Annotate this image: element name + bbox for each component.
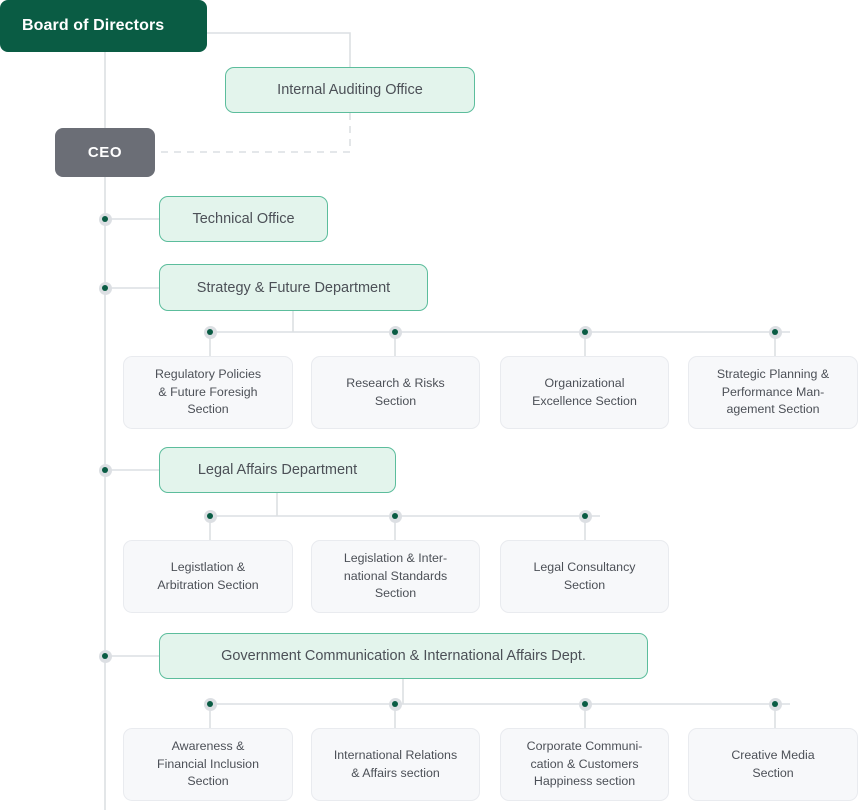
node-technical-office[interactable]: Technical Office [159, 196, 328, 242]
connector-dot-technical-office [98, 212, 112, 226]
node-section-legislation-international-standards-label: Legislation & Inter- national Standards … [343, 551, 448, 601]
connector-dot-strategy-section-2 [388, 325, 402, 339]
node-section-regulatory-policies[interactable]: Regulatory Policies & Future Foresigh Se… [123, 356, 293, 429]
node-section-international-relations-affairs-label: International Relations & Affairs sectio… [333, 748, 458, 780]
connector-dot-strategy-section-4 [768, 325, 782, 339]
node-section-research-risks[interactable]: Research & Risks Section [311, 356, 480, 429]
connector-dot-strategy-department [98, 281, 112, 295]
node-ceo-label: CEO [87, 144, 123, 161]
connector-dot-legal-section-3 [578, 509, 592, 523]
node-legal-affairs-department[interactable]: Legal Affairs Department [159, 447, 396, 493]
connector-dot-govcomm-section-3 [578, 697, 592, 711]
node-section-legistlation-arbitration[interactable]: Legistlation & Arbitration Section [123, 540, 293, 613]
node-ceo[interactable]: CEO [55, 128, 155, 177]
node-government-communication-department[interactable]: Government Communication & International… [159, 633, 648, 679]
node-section-strategic-planning-performance[interactable]: Strategic Planning & Performance Man- ag… [688, 356, 858, 429]
node-section-awareness-financial-inclusion[interactable]: Awareness & Financial Inclusion Section [123, 728, 293, 801]
node-section-awareness-financial-inclusion-label: Awareness & Financial Inclusion Section [157, 739, 259, 789]
node-board-of-directors[interactable]: Board of Directors [0, 0, 207, 52]
node-section-legal-consultancy-label: Legal Consultancy Section [533, 560, 636, 592]
connector-dot-govcomm-section-4 [768, 697, 782, 711]
node-section-legistlation-arbitration-label: Legistlation & Arbitration Section [157, 560, 259, 592]
node-section-corporate-communication-customers-happiness[interactable]: Corporate Communi- cation & Customers Ha… [500, 728, 669, 801]
node-internal-auditing-office-label: Internal Auditing Office [277, 82, 423, 98]
node-section-organizational-excellence-label: Organizational Excellence Section [532, 376, 637, 408]
connector-dot-legal-department [98, 463, 112, 477]
node-section-creative-media[interactable]: Creative Media Section [688, 728, 858, 801]
node-section-legislation-international-standards[interactable]: Legislation & Inter- national Standards … [311, 540, 480, 613]
node-section-organizational-excellence[interactable]: Organizational Excellence Section [500, 356, 669, 429]
node-section-regulatory-policies-label: Regulatory Policies & Future Foresigh Se… [154, 367, 262, 417]
node-section-legal-consultancy[interactable]: Legal Consultancy Section [500, 540, 669, 613]
connector-dot-govcomm-department [98, 649, 112, 663]
node-section-strategic-planning-performance-label: Strategic Planning & Performance Man- ag… [716, 367, 830, 417]
node-government-communication-department-label: Government Communication & International… [221, 648, 586, 664]
connector-dot-govcomm-section-1 [203, 697, 217, 711]
connector-dot-legal-section-1 [203, 509, 217, 523]
node-section-corporate-communication-customers-happiness-label: Corporate Communi- cation & Customers Ha… [526, 739, 643, 789]
node-strategy-future-department[interactable]: Strategy & Future Department [159, 264, 428, 311]
connector-dot-strategy-section-3 [578, 325, 592, 339]
node-technical-office-label: Technical Office [192, 211, 295, 227]
connector-dot-strategy-section-1 [203, 325, 217, 339]
node-strategy-future-department-label: Strategy & Future Department [196, 279, 391, 296]
connector-dot-legal-section-2 [388, 509, 402, 523]
node-internal-auditing-office[interactable]: Internal Auditing Office [225, 67, 475, 113]
node-section-research-risks-label: Research & Risks Section [346, 376, 445, 408]
org-chart: Board of Directors Internal Auditing Off… [0, 0, 860, 810]
node-section-international-relations-affairs[interactable]: International Relations & Affairs sectio… [311, 728, 480, 801]
node-board-of-directors-label: Board of Directors [22, 17, 165, 34]
node-legal-affairs-department-label: Legal Affairs Department [197, 462, 358, 478]
node-section-creative-media-label: Creative Media Section [731, 748, 815, 780]
connector-dot-govcomm-section-2 [388, 697, 402, 711]
